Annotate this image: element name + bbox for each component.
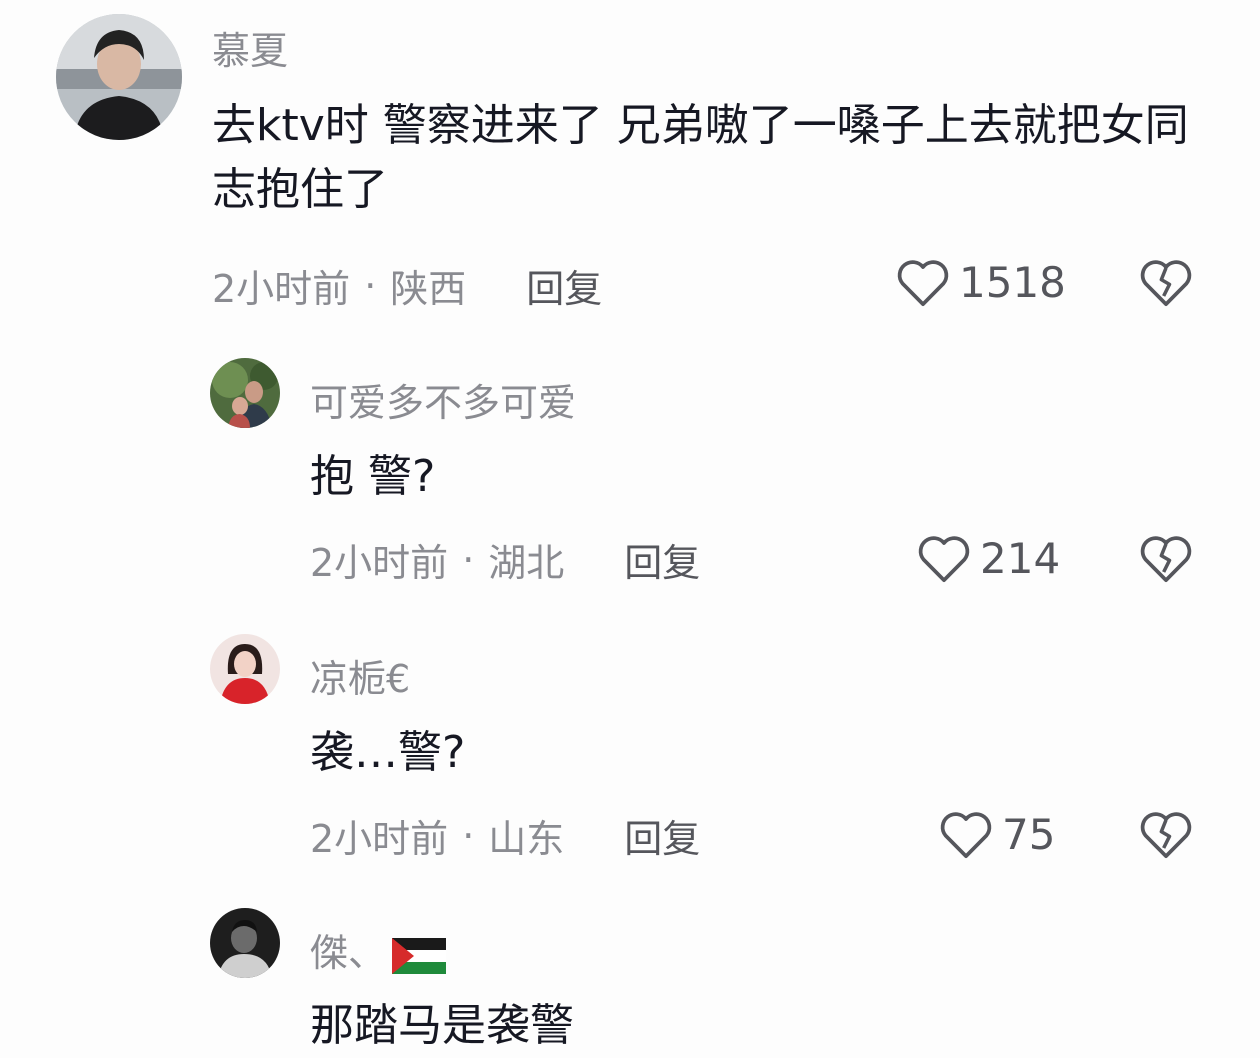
comment-text: 那踏马是袭警 [310, 1000, 574, 1051]
avatar[interactable] [210, 908, 280, 978]
avatar-photo-icon [56, 14, 182, 140]
dislike-button[interactable] [1138, 808, 1194, 864]
comment-text: 去ktv时 警察进来了 兄弟嗷了一嗓子上去就把女同志抱住了 [212, 100, 1189, 215]
comment: 慕夏 去ktv时 警察进来了 兄弟嗷了一嗓子上去就把女同志抱住了 2小时前 · … [0, 0, 1260, 330]
like-button[interactable]: 1518 [895, 254, 1066, 310]
comment-text: 袭…警? [310, 727, 466, 778]
avatar-photo-icon [210, 358, 280, 428]
like-button[interactable]: 214 [916, 530, 1060, 586]
comment-username[interactable]: 傑、 [310, 922, 447, 977]
palestine-flag-icon [392, 937, 447, 974]
meta-separator: · [462, 813, 475, 858]
meta-separator: · [364, 263, 377, 308]
comment-username[interactable]: 可爱多不多可爱 [310, 372, 576, 427]
heart-outline-icon [918, 536, 970, 583]
avatar[interactable] [210, 634, 280, 704]
comment: 凉栀€ 袭…警? 2小时前 · 山东 回复 75 [0, 606, 1260, 882]
comment-username[interactable]: 凉栀€ [310, 648, 410, 703]
heart-outline-icon [940, 812, 992, 859]
broken-heart-icon [1140, 260, 1192, 307]
avatar[interactable] [56, 14, 182, 140]
dislike-button[interactable] [1138, 256, 1194, 312]
reply-button[interactable]: 回复 [624, 808, 700, 863]
broken-heart-icon [1140, 812, 1192, 859]
avatar-photo-icon [210, 634, 280, 704]
comment: 傑、 那踏马是袭警 [0, 882, 1260, 1054]
broken-heart-icon [1140, 536, 1192, 583]
comment-time: 2小时前 [310, 817, 449, 861]
comment-location: 山东 [488, 817, 565, 861]
like-count: 75 [1002, 809, 1056, 859]
reply-button[interactable]: 回复 [526, 258, 602, 313]
comment-meta: 2小时前 · 陕西 回复 [212, 258, 602, 313]
comment-username[interactable]: 慕夏 [212, 20, 288, 75]
meta-separator: · [462, 537, 475, 582]
avatar-photo-icon [210, 908, 280, 978]
like-button[interactable]: 75 [938, 806, 1055, 862]
comment: 可爱多不多可爱 抱 警? 2小时前 · 湖北 回复 214 [0, 330, 1260, 606]
reply-button[interactable]: 回复 [624, 532, 700, 587]
comment-text: 抱 警? [310, 451, 436, 502]
like-count: 214 [980, 533, 1061, 583]
avatar[interactable] [210, 358, 280, 428]
like-count: 1518 [959, 257, 1066, 307]
comment-time: 2小时前 [310, 541, 449, 585]
comment-username-text: 傑、 [310, 931, 387, 975]
comment-meta: 2小时前 · 湖北 回复 [310, 532, 700, 587]
comment-time: 2小时前 [212, 267, 351, 311]
comment-location: 陕西 [390, 267, 467, 311]
comment-location: 湖北 [488, 541, 565, 585]
heart-outline-icon [897, 260, 949, 307]
comment-meta: 2小时前 · 山东 回复 [310, 808, 700, 863]
dislike-button[interactable] [1138, 532, 1194, 588]
